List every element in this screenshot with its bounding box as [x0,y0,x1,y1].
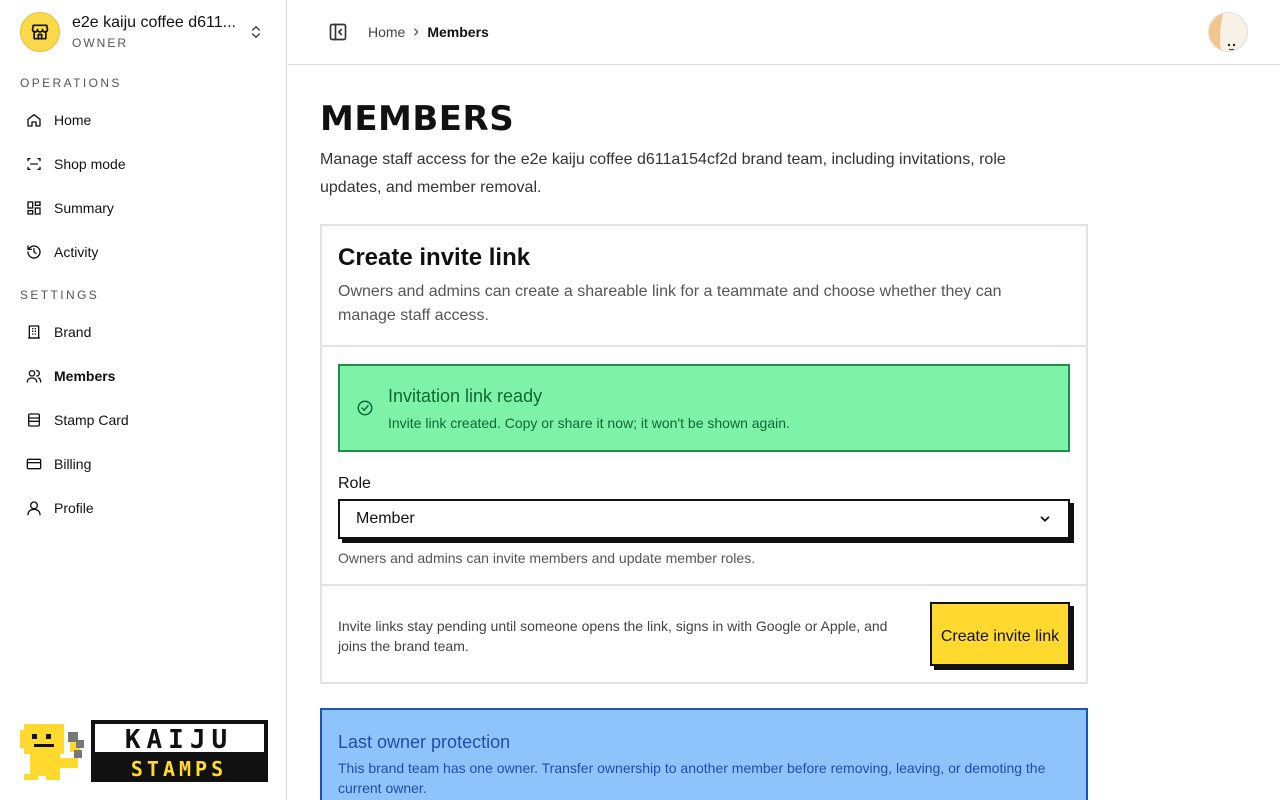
sidebar-item-label: Brand [54,324,92,340]
breadcrumb-current: Members [427,24,489,40]
main-content: MEMBERS Manage staff access for the e2e … [320,65,1280,800]
card-footer: Invite links stay pending until someone … [322,584,1086,682]
section-label-operations: OPERATIONS [20,76,122,90]
sidebar-item-stamp-card[interactable]: Stamp Card [20,402,270,438]
home-icon [26,112,42,128]
info-alert-title: Last owner protection [338,732,511,752]
sidebar-item-label: Summary [54,200,114,216]
user-avatar[interactable] [1208,12,1248,52]
create-invite-link-button[interactable]: Create invite link [930,602,1070,666]
breadcrumb: Home Members [368,22,489,42]
last-owner-alert: Last owner protection This brand team ha… [320,708,1088,800]
team-role: OWNER [72,36,128,50]
card-stack-icon [26,412,42,428]
top-bar: Home Members [288,0,1280,65]
logo-line1: KAIJU [125,725,233,755]
page-title: MEMBERS [320,99,515,139]
credit-card-icon [26,456,42,472]
store-icon [20,12,60,52]
sidebar-item-label: Members [54,368,116,384]
panel-left-icon [329,23,347,41]
sidebar-item-brand[interactable]: Brand [20,314,270,350]
sidebar-item-activity[interactable]: Activity [20,234,270,270]
card-subtitle: Owners and admins can create a shareable… [338,283,1002,324]
sidebar-item-label: Shop mode [54,156,126,172]
chevron-right-icon [414,28,419,36]
sidebar-item-profile[interactable]: Profile [20,490,270,526]
breadcrumb-home[interactable]: Home [368,24,405,40]
invite-link-card: Create invite link Owners and admins can… [320,224,1088,684]
role-select-value: Member [356,510,415,527]
kaiju-stamps-logo: KAIJU STAMPS [18,718,270,784]
info-alert-body: This brand team has one owner. Transfer … [338,760,1046,796]
role-select[interactable]: Member [338,499,1070,539]
building-icon [26,324,42,340]
scan-icon [26,156,42,172]
user-icon [26,500,42,516]
sidebar: e2e kaiju coffee d611... OWNER OPERATION… [0,0,287,800]
sidebar-item-summary[interactable]: Summary [20,190,270,226]
sidebar-item-label: Stamp Card [54,412,129,428]
page-description: Manage staff access for the e2e kaiju co… [320,151,1006,196]
sidebar-item-label: Activity [54,244,99,260]
footer-text: Invite links stay pending until someone … [338,618,888,654]
history-icon [26,244,42,260]
sidebar-item-shop-mode[interactable]: Shop mode [20,146,270,182]
role-hint: Owners and admins can invite members and… [338,550,756,566]
logo-line2: STAMPS [131,757,227,781]
success-alert: Invitation link ready Invite link create… [338,364,1070,452]
sidebar-item-label: Profile [54,500,94,516]
avatar-image [1209,13,1247,51]
role-label: Role [338,475,371,492]
chevron-down-icon [1040,516,1050,522]
sidebar-toggle-button[interactable] [328,22,348,42]
success-alert-body: Invite link created. Copy or share it no… [388,415,790,431]
check-circle-icon [357,400,373,416]
sidebar-item-home[interactable]: Home [20,102,270,138]
sidebar-item-label: Billing [54,456,92,472]
card-title: Create invite link [338,244,531,271]
sidebar-item-members[interactable]: Members [20,358,270,394]
chevrons-up-down-icon [252,26,260,38]
sidebar-item-billing[interactable]: Billing [20,446,270,482]
users-icon [26,368,42,384]
team-switcher[interactable]: e2e kaiju coffee d611... OWNER [20,12,270,52]
dashboard-icon [26,200,42,216]
sidebar-item-label: Home [54,112,92,128]
section-label-settings: SETTINGS [20,288,100,302]
success-alert-title: Invitation link ready [388,386,543,406]
team-name: e2e kaiju coffee d611... [72,14,236,31]
